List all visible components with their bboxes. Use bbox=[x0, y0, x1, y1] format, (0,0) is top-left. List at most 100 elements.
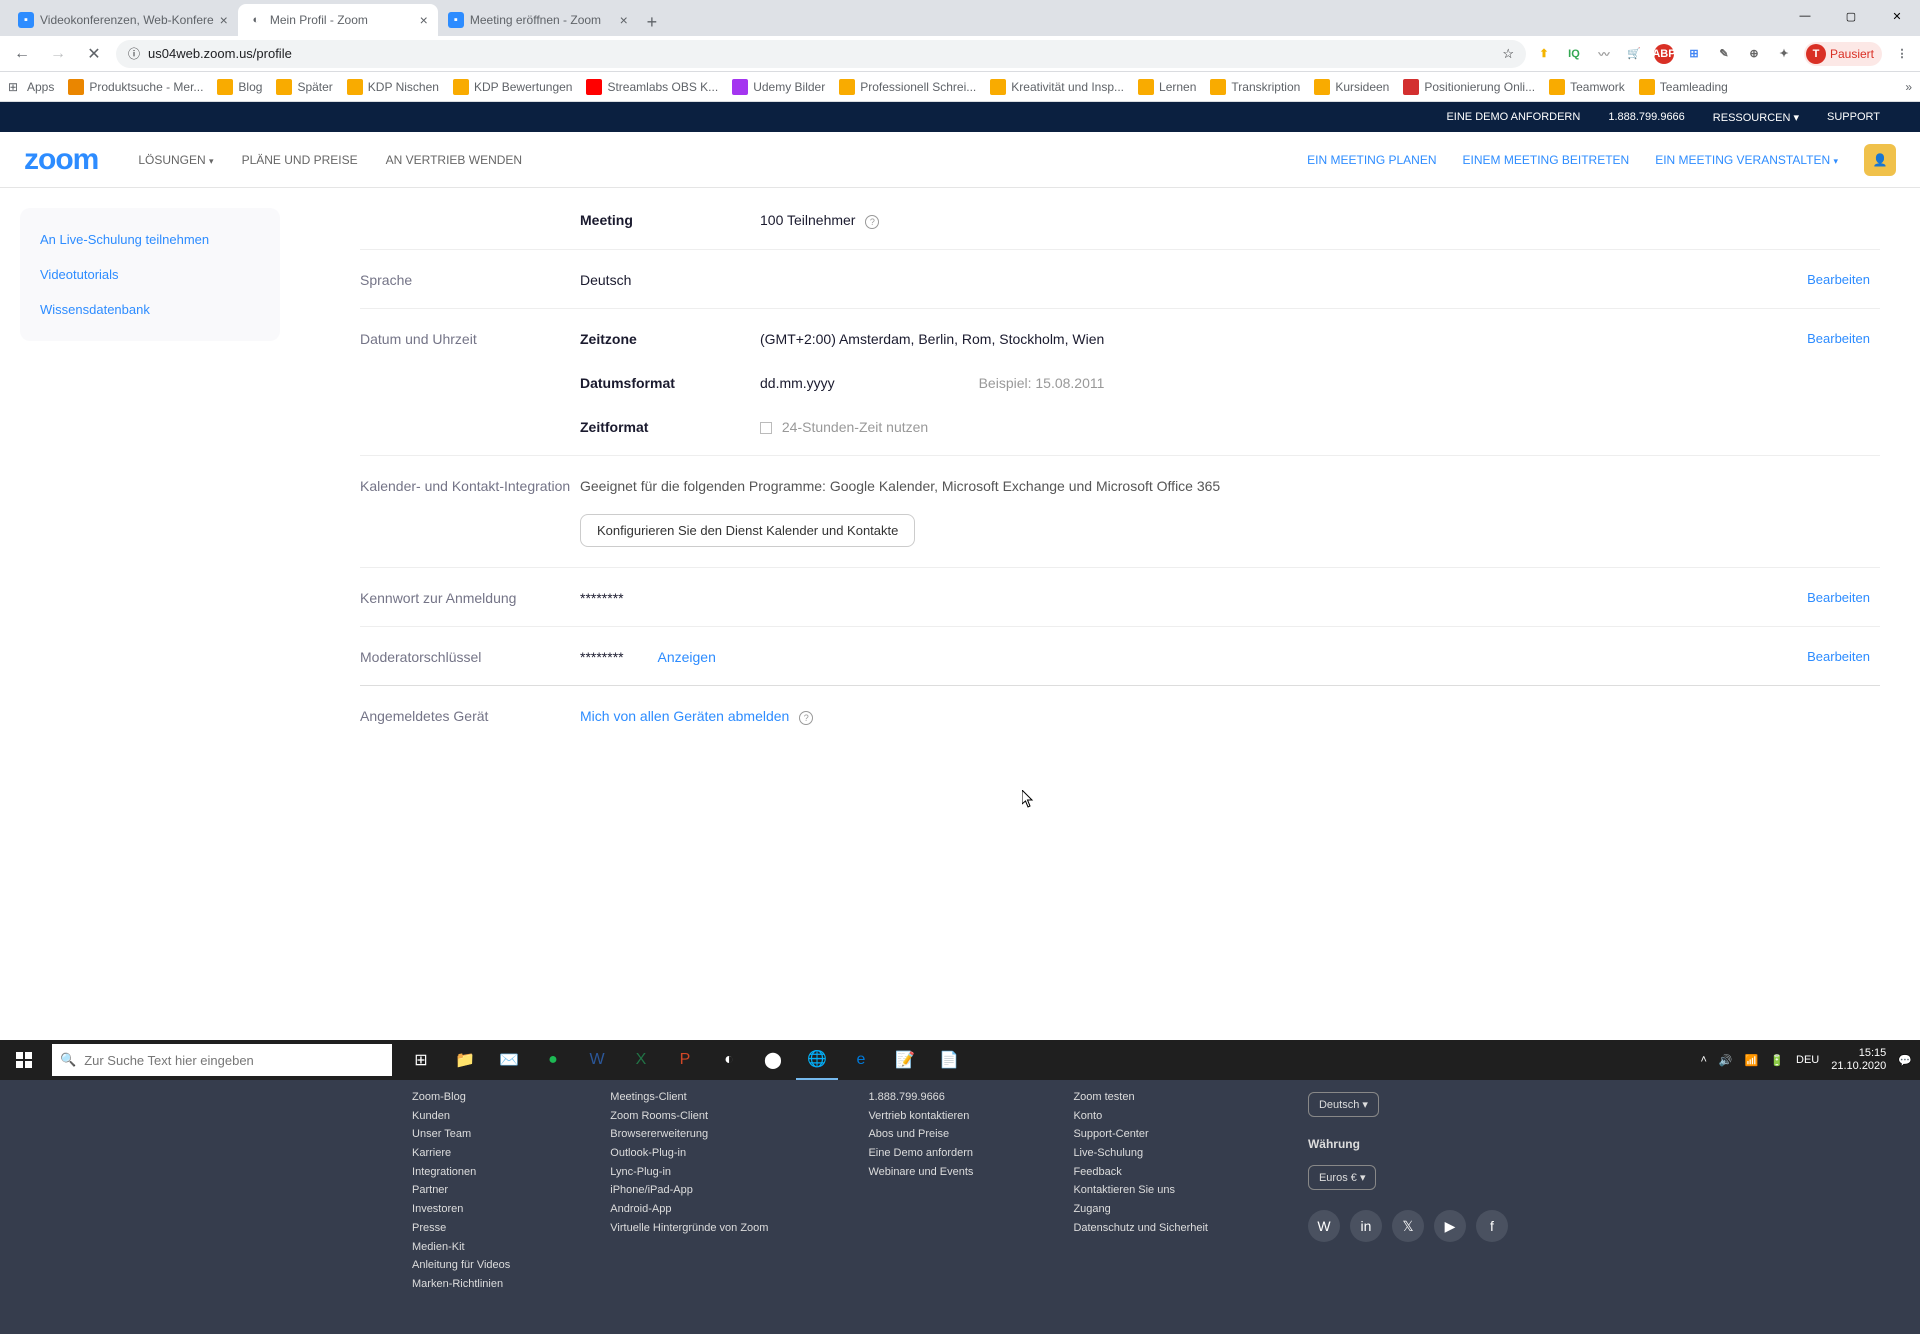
footer-link[interactable]: Konto bbox=[1073, 1107, 1208, 1126]
footer-link[interactable]: 1.888.799.9666 bbox=[868, 1088, 973, 1107]
footer-link[interactable]: Karriere bbox=[412, 1144, 510, 1163]
bookmark-item[interactable]: Udemy Bilder bbox=[732, 79, 825, 95]
language-selector[interactable]: Deutsch ▾ bbox=[1308, 1092, 1379, 1117]
footer-link[interactable]: Browsererweiterung bbox=[610, 1125, 768, 1144]
bookmark-item[interactable]: Professionell Schrei... bbox=[839, 79, 976, 95]
excel-icon[interactable]: X bbox=[620, 1040, 662, 1080]
join-meeting-link[interactable]: EINEM MEETING BEITRETEN bbox=[1463, 153, 1630, 167]
zoom-logo[interactable]: zoom bbox=[24, 143, 98, 177]
youtube-icon[interactable]: ▶ bbox=[1434, 1210, 1466, 1242]
volume-icon[interactable]: 🔊 bbox=[1719, 1054, 1733, 1067]
footer-link[interactable]: Vertrieb kontaktieren bbox=[868, 1107, 973, 1126]
tab-meeting-eroeffnen[interactable]: ▪ Meeting eröffnen - Zoom × bbox=[438, 4, 638, 36]
edit-datetime-link[interactable]: Bearbeiten bbox=[1807, 331, 1870, 346]
configure-calendar-button[interactable]: Konfigurieren Sie den Dienst Kalender un… bbox=[580, 514, 915, 547]
bookmark-item[interactable]: KDP Bewertungen bbox=[453, 79, 573, 95]
phone-link[interactable]: 1.888.799.9666 bbox=[1608, 111, 1684, 123]
footer-link[interactable]: Zugang bbox=[1073, 1200, 1208, 1219]
app-icon[interactable]: 📄 bbox=[928, 1040, 970, 1080]
extension-icon[interactable]: ⬆ bbox=[1534, 44, 1554, 64]
bookmark-item[interactable]: Lernen bbox=[1138, 79, 1196, 95]
apps-button[interactable]: ⊞Apps bbox=[8, 80, 54, 94]
footer-link[interactable]: Lync-Plug-in bbox=[610, 1163, 768, 1182]
footer-link[interactable]: Medien-Kit bbox=[412, 1238, 510, 1257]
footer-link[interactable]: Outlook-Plug-in bbox=[610, 1144, 768, 1163]
nav-plans[interactable]: PLÄNE UND PREISE bbox=[242, 153, 358, 167]
star-icon[interactable]: ☆ bbox=[1502, 46, 1514, 62]
tray-chevron-icon[interactable]: ˄ bbox=[1700, 1054, 1706, 1066]
mail-icon[interactable]: ✉️ bbox=[488, 1040, 530, 1080]
edit-hostkey-link[interactable]: Bearbeiten bbox=[1807, 649, 1870, 664]
footer-link[interactable]: Unser Team bbox=[412, 1125, 510, 1144]
extension-icon[interactable]: ⊞ bbox=[1684, 44, 1704, 64]
minimize-button[interactable]: — bbox=[1782, 0, 1828, 32]
edge-icon[interactable]: e bbox=[840, 1040, 882, 1080]
new-tab-button[interactable]: + bbox=[638, 8, 666, 36]
footer-link[interactable]: Kontaktieren Sie uns bbox=[1073, 1181, 1208, 1200]
facebook-icon[interactable]: f bbox=[1476, 1210, 1508, 1242]
reload-button[interactable]: ✕ bbox=[80, 40, 108, 68]
footer-link[interactable]: Android-App bbox=[610, 1200, 768, 1219]
word-icon[interactable]: W bbox=[576, 1040, 618, 1080]
footer-link[interactable]: Marken-Richtlinien bbox=[412, 1275, 510, 1294]
extension-icon[interactable]: 🛒 bbox=[1624, 44, 1644, 64]
footer-link[interactable]: Meetings-Client bbox=[610, 1088, 768, 1107]
bookmark-item[interactable]: KDP Nischen bbox=[347, 79, 439, 95]
extension-icon[interactable]: ⊕ bbox=[1744, 44, 1764, 64]
footer-link[interactable]: Zoom testen bbox=[1073, 1088, 1208, 1107]
extensions-menu-icon[interactable]: ✦ bbox=[1774, 44, 1794, 64]
footer-link[interactable]: iPhone/iPad-App bbox=[610, 1181, 768, 1200]
help-icon[interactable]: ? bbox=[865, 215, 879, 229]
app-icon[interactable]: ◐ bbox=[708, 1040, 750, 1080]
nav-contact-sales[interactable]: AN VERTRIEB WENDEN bbox=[386, 153, 522, 167]
currency-selector[interactable]: Euros € ▾ bbox=[1308, 1165, 1377, 1190]
footer-link[interactable]: Presse bbox=[412, 1219, 510, 1238]
footer-link[interactable]: Eine Demo anfordern bbox=[868, 1144, 973, 1163]
forward-button[interactable]: → bbox=[44, 40, 72, 68]
obs-icon[interactable]: ⬤ bbox=[752, 1040, 794, 1080]
footer-link[interactable]: Anleitung für Videos bbox=[412, 1256, 510, 1275]
schedule-meeting-link[interactable]: EIN MEETING PLANEN bbox=[1307, 153, 1436, 167]
footer-link[interactable]: Partner bbox=[412, 1181, 510, 1200]
nav-solutions[interactable]: LÖSUNGEN ▾ bbox=[138, 153, 213, 167]
bookmark-item[interactable]: Transkription bbox=[1210, 79, 1300, 95]
file-explorer-icon[interactable]: 📁 bbox=[444, 1040, 486, 1080]
tab-mein-profil[interactable]: ◐ Mein Profil - Zoom × bbox=[238, 4, 438, 36]
sidebar-live-training[interactable]: An Live-Schulung teilnehmen bbox=[40, 222, 260, 257]
support-link[interactable]: SUPPORT bbox=[1827, 111, 1880, 123]
chrome-menu-icon[interactable]: ⋮ bbox=[1892, 44, 1912, 64]
footer-link[interactable]: Investoren bbox=[412, 1200, 510, 1219]
extension-icon[interactable]: 〰 bbox=[1594, 44, 1614, 64]
footer-link[interactable]: Abos und Preise bbox=[868, 1125, 973, 1144]
notepad-icon[interactable]: 📝 bbox=[884, 1040, 926, 1080]
bookmark-item[interactable]: Blog bbox=[217, 79, 262, 95]
tab-videokonferenzen[interactable]: ▪ Videokonferenzen, Web-Konfere × bbox=[8, 4, 238, 36]
bookmark-item[interactable]: Streamlabs OBS K... bbox=[586, 79, 718, 95]
signout-all-link[interactable]: Mich von allen Geräten abmelden bbox=[580, 708, 789, 724]
wifi-icon[interactable]: 📶 bbox=[1745, 1054, 1759, 1067]
back-button[interactable]: ← bbox=[8, 40, 36, 68]
user-avatar[interactable]: 👤 bbox=[1864, 144, 1896, 176]
bookmark-item[interactable]: Positionierung Onli... bbox=[1403, 79, 1535, 95]
timeformat-checkbox[interactable] bbox=[760, 422, 772, 434]
task-view-icon[interactable]: ⊞ bbox=[400, 1040, 442, 1080]
resources-dropdown[interactable]: RESSOURCEN ▾ bbox=[1713, 111, 1799, 124]
wordpress-icon[interactable]: W bbox=[1308, 1210, 1340, 1242]
url-input[interactable]: ⓘ us04web.zoom.us/profile ☆ bbox=[116, 40, 1526, 68]
extension-icon[interactable]: ✎ bbox=[1714, 44, 1734, 64]
powerpoint-icon[interactable]: P bbox=[664, 1040, 706, 1080]
keyboard-lang[interactable]: DEU bbox=[1796, 1054, 1819, 1066]
bookmark-overflow[interactable]: » bbox=[1905, 80, 1912, 94]
twitter-icon[interactable]: 𝕏 bbox=[1392, 1210, 1424, 1242]
close-icon[interactable]: × bbox=[420, 12, 428, 28]
maximize-button[interactable]: ▢ bbox=[1828, 0, 1874, 32]
host-meeting-dropdown[interactable]: EIN MEETING VERANSTALTEN ▾ bbox=[1655, 153, 1838, 167]
close-icon[interactable]: × bbox=[620, 12, 628, 28]
footer-link[interactable]: Integrationen bbox=[412, 1163, 510, 1182]
footer-link[interactable]: Support-Center bbox=[1073, 1125, 1208, 1144]
footer-link[interactable]: Live-Schulung bbox=[1073, 1144, 1208, 1163]
bookmark-item[interactable]: Teamleading bbox=[1639, 79, 1728, 95]
bookmark-item[interactable]: Kreativität und Insp... bbox=[990, 79, 1124, 95]
linkedin-icon[interactable]: in bbox=[1350, 1210, 1382, 1242]
request-demo-link[interactable]: EINE DEMO ANFORDERN bbox=[1446, 111, 1580, 123]
